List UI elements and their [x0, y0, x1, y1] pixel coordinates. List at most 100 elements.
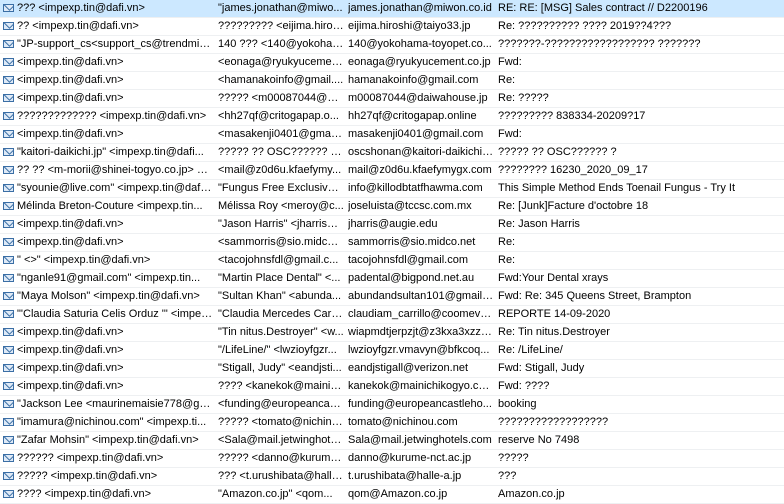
envelope-glyph: [3, 256, 14, 264]
message-row[interactable]: ????????????? <impexp.tin@dafi.vn> <hh27q…: [0, 108, 784, 126]
message-row[interactable]: <impexp.tin@dafi.vn> "Tin nitus.Destroyer…: [0, 324, 784, 342]
envelope-icon: [1, 162, 17, 179]
envelope-glyph: [3, 238, 14, 246]
from-cell: " <>" <impexp.tin@dafi.vn>: [17, 254, 151, 266]
sender-email-cell: jharris@augie.edu: [348, 218, 438, 230]
message-row[interactable]: "nganle91@gmail.com" <impexp.tin... "Mart…: [0, 270, 784, 288]
to-cell: "Martin Place Dental" <...: [218, 272, 341, 284]
envelope-icon: [1, 360, 17, 377]
envelope-icon: [1, 468, 17, 485]
envelope-icon: [1, 216, 17, 233]
message-row[interactable]: "JP-support_cs<support_cs@trendmicr... 14…: [0, 36, 784, 54]
subject-cell: Re:: [498, 236, 516, 248]
sender-email-cell: padental@bigpond.net.au: [348, 272, 475, 284]
envelope-glyph: [3, 274, 14, 282]
subject-cell: Fwd: Re: 345 Queens Street, Brampton: [498, 290, 692, 302]
to-cell: ??? <t.urushibata@halle...: [218, 470, 344, 482]
envelope-glyph: [3, 220, 14, 228]
message-row[interactable]: ?? ?? <m-morii@shinei-togyo.co.jp> <i...…: [0, 162, 784, 180]
envelope-icon: [1, 306, 17, 323]
to-cell: "Jason Harris" <jharris@...: [218, 218, 344, 230]
to-cell: "Stigall, Judy" <eandjsti...: [218, 362, 342, 374]
to-cell: "Amazon.co.jp" <qom...: [218, 488, 333, 500]
message-row[interactable]: <impexp.tin@dafi.vn> "Stigall, Judy" <ean…: [0, 360, 784, 378]
envelope-glyph: [3, 4, 14, 12]
subject-cell: ????? ?? OSC?????? ?: [498, 146, 617, 158]
to-cell: <masakenji0401@gmail....: [218, 128, 344, 140]
subject-cell: Re: ?????????? ???? 2019??4???: [498, 20, 672, 32]
envelope-glyph: [3, 148, 14, 156]
message-row[interactable]: "imamura@nichinou.com" <impexp.ti...????…: [0, 414, 784, 432]
envelope-icon: [1, 270, 17, 287]
from-cell: ?? ?? <m-morii@shinei-togyo.co.jp> <i...: [17, 164, 213, 176]
message-row[interactable]: <impexp.tin@dafi.vn> <masakenji0401@gmail…: [0, 126, 784, 144]
message-row[interactable]: ?? <impexp.tin@dafi.vn> ????????? <eijima…: [0, 18, 784, 36]
message-row[interactable]: "syounie@live.com" <impexp.tin@dafi.... "…: [0, 180, 784, 198]
subject-cell: Re: ?????: [498, 92, 549, 104]
sender-email-cell: 140@yokohama-toyopet.co...: [348, 38, 492, 50]
envelope-icon: [1, 54, 17, 71]
subject-cell: Re: [Junk]Facture d'octobre 18: [498, 200, 649, 212]
sender-email-cell: oscshonan@kaitori-daikichi....: [348, 146, 494, 158]
subject-cell: Re: Tin nitus.Destroyer: [498, 326, 610, 338]
to-cell: "Tin nitus.Destroyer" <w...: [218, 326, 344, 338]
message-row[interactable]: " <>" <impexp.tin@dafi.vn> <tacojohnsfdl@…: [0, 252, 784, 270]
message-row[interactable]: "Zafar Mohsin" <impexp.tin@dafi.vn> <Sala…: [0, 432, 784, 450]
sender-email-cell: abundandsultan101@gmail....: [348, 290, 494, 302]
message-row[interactable]: <impexp.tin@dafi.vn> <eonaga@ryukyucement…: [0, 54, 784, 72]
sender-email-cell: funding@europeancastleho...: [348, 398, 492, 410]
message-row[interactable]: "Jackson Lee <maurinemaisie778@gm... <fun…: [0, 396, 784, 414]
to-cell: "/LifeLine/" <lwzioyfgzr...: [218, 344, 337, 356]
from-cell: <impexp.tin@dafi.vn>: [17, 92, 124, 104]
envelope-icon: [1, 0, 17, 17]
message-row[interactable]: <impexp.tin@dafi.vn> ????? <m00087044@dai…: [0, 90, 784, 108]
to-cell: "Sultan Khan" <abunda...: [218, 290, 342, 302]
from-cell: ?? <impexp.tin@dafi.vn>: [17, 20, 139, 32]
from-cell: "nganle91@gmail.com" <impexp.tin...: [17, 272, 201, 284]
message-row[interactable]: <impexp.tin@dafi.vn> ???? <kanekok@mainic…: [0, 378, 784, 396]
envelope-icon: [1, 234, 17, 251]
envelope-glyph: [3, 436, 14, 444]
to-cell: ????? <m00087044@dai...: [218, 92, 344, 104]
subject-cell: ???????-?????????????????? ???????: [498, 38, 701, 50]
sender-email-cell: m00087044@daiwahouse.jp: [348, 92, 488, 104]
message-row[interactable]: <impexp.tin@dafi.vn> <sammorris@sio.midco…: [0, 234, 784, 252]
sender-email-cell: info@killodbtatfhawma.com: [348, 182, 483, 194]
from-cell: ????? <impexp.tin@dafi.vn>: [17, 470, 158, 482]
to-cell: Mélissa Roy <meroy@c...: [218, 200, 344, 212]
message-row[interactable]: ?????? <impexp.tin@dafi.vn> ????? <danno@…: [0, 450, 784, 468]
to-cell: <hamanakoinfo@gmail....: [218, 74, 344, 86]
subject-cell: Fwd: Stigall, Judy: [498, 362, 585, 374]
envelope-icon: [1, 288, 17, 305]
to-cell: ????? ?? OSC?????? ? <os...: [218, 146, 344, 158]
envelope-icon: [1, 342, 17, 359]
message-row[interactable]: <impexp.tin@dafi.vn> "Jason Harris" <jhar…: [0, 216, 784, 234]
to-cell: <Sala@mail.jetwinghote...: [218, 434, 344, 446]
from-cell: <impexp.tin@dafi.vn>: [17, 326, 124, 338]
envelope-icon: [1, 486, 17, 503]
message-row[interactable]: "'Claudia Saturia Celis Orduz '" <impex.…: [0, 306, 784, 324]
message-row[interactable]: "Maya Molson" <impexp.tin@dafi.vn> "Sulta…: [0, 288, 784, 306]
message-row[interactable]: "kaitori-daikichi.jp" <impexp.tin@dafi..…: [0, 144, 784, 162]
message-row[interactable]: <impexp.tin@dafi.vn> <hamanakoinfo@gmail.…: [0, 72, 784, 90]
sender-email-cell: james.jonathan@miwon.co.id: [348, 2, 492, 14]
to-cell: <sammorris@sio.midco....: [218, 236, 344, 248]
envelope-icon: [1, 432, 17, 449]
message-row[interactable]: Mélinda Breton-Couture <impexp.tin... Mél…: [0, 198, 784, 216]
from-cell: "Zafar Mohsin" <impexp.tin@dafi.vn>: [17, 434, 199, 446]
sender-email-cell: joseluista@tccsc.com.mx: [348, 200, 472, 212]
message-row[interactable]: ???? <impexp.tin@dafi.vn> "Amazon.co.jp" …: [0, 486, 784, 504]
envelope-icon: [1, 378, 17, 395]
envelope-glyph: [3, 76, 14, 84]
from-cell: "'Claudia Saturia Celis Orduz '" <impex.…: [17, 308, 213, 320]
sender-email-cell: tacojohnsfdl@gmail.com: [348, 254, 468, 266]
sender-email-cell: danno@kurume-nct.ac.jp: [348, 452, 472, 464]
message-row[interactable]: <impexp.tin@dafi.vn> "/LifeLine/" <lwzioy…: [0, 342, 784, 360]
subject-cell: ??????????????????: [498, 416, 609, 428]
sender-email-cell: hh27qf@critogapap.online: [348, 110, 477, 122]
envelope-glyph: [3, 310, 14, 318]
message-row[interactable]: ??? <impexp.tin@dafi.vn> "james.jonathan@…: [0, 0, 784, 18]
envelope-glyph: [3, 472, 14, 480]
message-row[interactable]: ????? <impexp.tin@dafi.vn> ??? <t.urushib…: [0, 468, 784, 486]
from-cell: "kaitori-daikichi.jp" <impexp.tin@dafi..…: [17, 146, 204, 158]
